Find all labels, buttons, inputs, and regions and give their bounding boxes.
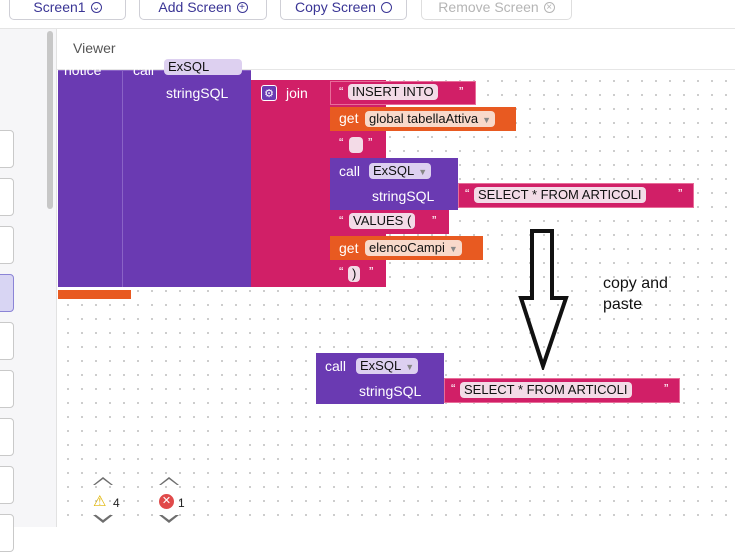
empty-text-field[interactable] [349,137,363,153]
quote-open: “ [339,135,344,150]
exsql-text: ExSQL [360,358,402,373]
call-label: call [325,358,347,374]
add-screen-button[interactable]: Add Screen + [139,0,267,20]
drawer-item[interactable] [0,226,14,264]
drawer-item[interactable] [0,514,14,552]
values-text[interactable]: VALUES ( [349,213,416,229]
add-screen-label: Add Screen [158,0,232,15]
partial-call-label: call [133,62,155,78]
copy-icon [380,1,392,13]
procedure-block[interactable] [58,70,251,287]
global-var-dropdown[interactable]: global tabellaAttiva ▼ [365,111,496,127]
remove-screen-button[interactable]: Remove Screen × [421,0,572,20]
dropdown-arrow-icon: ▼ [448,244,458,254]
close-circle-icon: × [543,1,555,13]
quote-close: ” [368,135,373,150]
warning-icon: ⚠ [93,493,107,510]
previous-error-button[interactable] [159,477,179,485]
screen-select-dropdown[interactable]: Screen1 ⌄ [9,0,126,20]
warning-count: 4 [113,496,120,510]
global-var-text: global tabellaAttiva [369,111,479,126]
drawer-item[interactable] [0,322,14,360]
quote-close: ” [664,381,669,396]
viewer-title: Viewer [73,40,116,56]
error-nav: ✕ 1 [158,477,198,527]
partial-notice-label: notice [64,62,102,78]
quote-close: ” [459,84,464,99]
partial-component-pill[interactable]: ExSQL [164,59,242,75]
stringsql-label: stringSQL [359,383,422,399]
get-label: get [339,110,359,126]
quote-open: “ [451,381,456,396]
stringsql-label: stringSQL [166,85,229,101]
copy-screen-label: Copy Screen [295,0,376,15]
variable-block-partial[interactable] [58,290,131,299]
exsql-dropdown[interactable]: ExSQL ▼ [356,358,419,374]
quote-open: “ [339,84,344,99]
remove-screen-label: Remove Screen [438,0,539,15]
dropdown-arrow-icon: ▼ [418,167,428,177]
chevron-down-icon: ⌄ [90,1,102,13]
drawer-item[interactable] [0,178,14,216]
stringsql-label: stringSQL [372,188,435,204]
call-label: call [339,163,361,179]
blocks-drawer-panel [0,29,57,552]
get-label: get [339,240,359,256]
annotation-line-1: copy and [603,275,668,292]
annotation-line-2: paste [603,296,643,313]
quote-open: “ [339,264,344,279]
next-warning-button[interactable] [93,513,113,523]
quote-open: “ [465,186,470,201]
dropdown-arrow-icon: ▼ [482,115,492,125]
error-icon: ✕ [159,494,174,509]
plus-circle-icon: + [236,1,248,13]
elencocampi-dropdown[interactable]: elencoCampi ▼ [365,240,462,256]
arrow-down-icon [518,229,569,370]
drawer-item[interactable] [0,466,14,504]
gear-icon[interactable]: ⚙ [261,85,277,101]
exsql-dropdown[interactable]: ExSQL ▼ [369,163,432,179]
error-count: 1 [178,496,185,510]
panel-scrollbar[interactable] [47,31,53,209]
block-divider [122,70,123,287]
select-sql-text[interactable]: SELECT * FROM ARTICOLI [460,382,632,398]
warning-nav: ⚠ 4 [92,477,132,527]
elencocampi-text: elencoCampi [369,240,445,255]
exsql-text: ExSQL [373,163,415,178]
quote-open: “ [339,213,344,228]
quote-close: ” [678,186,683,201]
drawer-item[interactable] [0,130,14,168]
drawer-item-selected[interactable] [0,274,14,312]
close-paren-text[interactable]: ) [348,266,361,282]
annotation-note: copy and paste [603,273,668,315]
viewer-header: Viewer [57,29,735,70]
previous-warning-button[interactable] [93,477,113,485]
quote-close: ” [432,213,437,228]
join-label: join [286,85,308,101]
copy-screen-button[interactable]: Copy Screen [280,0,407,20]
insert-into-text[interactable]: INSERT INTO [348,84,438,100]
dropdown-arrow-icon: ▼ [405,362,415,372]
designer-toolbar: Screen1 ⌄ Add Screen + Copy Screen Remov… [0,0,735,29]
select-sql-text[interactable]: SELECT * FROM ARTICOLI [474,187,646,203]
drawer-item[interactable] [0,370,14,408]
join-block[interactable] [251,80,331,287]
screen-select-label: Screen1 [33,0,86,15]
next-error-button[interactable] [159,513,179,523]
quote-close: ” [369,264,374,279]
drawer-item[interactable] [0,418,14,456]
